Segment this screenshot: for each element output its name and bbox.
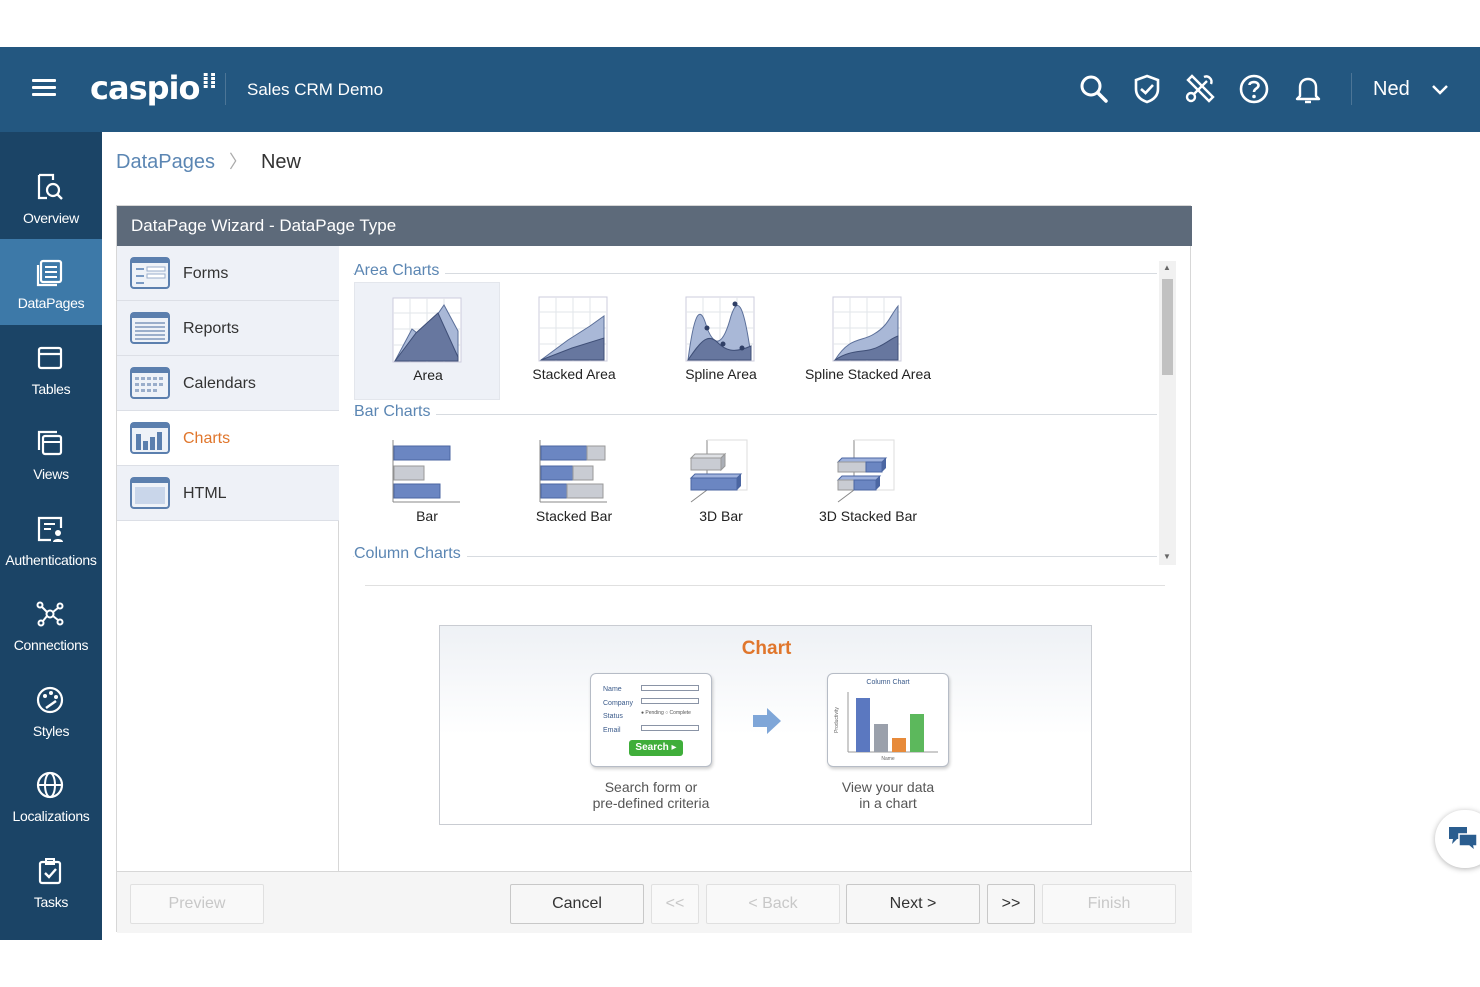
type-item-reports[interactable]: Reports [117, 301, 339, 356]
left-nav: Overview DataPages Tables Views Authenti… [0, 132, 102, 940]
chevron-down-icon[interactable] [1430, 79, 1450, 99]
search-form-illustration: Name Company Status Email ● Pending ○ Co… [590, 673, 712, 767]
scroll-thumb[interactable] [1162, 279, 1173, 375]
mini-bar [874, 724, 888, 752]
3d-bar-chart-icon [689, 439, 748, 503]
last-step-button[interactable]: >> [987, 884, 1035, 924]
first-step-button[interactable]: << [651, 884, 699, 924]
3d-stacked-bar-chart-icon [836, 439, 895, 503]
header-divider [1351, 73, 1352, 105]
finish-button[interactable]: Finish [1042, 884, 1176, 924]
chart-list-scrollbar[interactable]: ▲ ▼ [1159, 261, 1176, 565]
tools-icon[interactable] [1182, 71, 1218, 107]
type-item-forms[interactable]: Forms [117, 246, 339, 301]
datapage-wizard: DataPage Wizard - DataPage Type Forms Re… [116, 205, 1192, 933]
mini-bar [892, 738, 906, 752]
chat-button[interactable] [1435, 810, 1480, 868]
chart-type-list: Area Charts Area Stacked Area Spline Are… [353, 258, 1177, 566]
caspio-logo[interactable]: caspio⁞⁞ [90, 69, 217, 107]
calendars-icon [130, 367, 170, 399]
spline-stacked-area-chart-icon [832, 296, 902, 362]
preview-right-caption: View your data in a chart [841, 779, 935, 811]
divider [365, 585, 1165, 586]
chart-tile-spline-stacked-area[interactable]: Spline Stacked Area [795, 282, 941, 400]
area-chart-icon [392, 297, 462, 363]
breadcrumb-current: New [260, 151, 301, 173]
chart-tile-stacked-bar[interactable]: Stacked Bar [501, 424, 647, 542]
app-name[interactable]: Sales CRM Demo [247, 80, 383, 100]
nav-item-tasks[interactable]: Tasks [0, 838, 102, 924]
chart-tile-stacked-area[interactable]: Stacked Area [501, 282, 647, 400]
chart-tile-spline-area[interactable]: Spline Area [648, 282, 794, 400]
chat-icon [1449, 827, 1478, 853]
chart-preview-illustration: Chart Name Company Status Email ● Pendin… [439, 625, 1092, 825]
nav-item-tables[interactable]: Tables [0, 325, 102, 411]
cancel-button[interactable]: Cancel [510, 884, 644, 924]
type-item-charts[interactable]: Charts [117, 411, 339, 466]
localizations-icon [36, 771, 64, 799]
views-icon [37, 430, 63, 456]
breadcrumb: DataPages 〉 New [116, 148, 301, 174]
top-bar: caspio⁞⁞ Sales CRM Demo Ned [0, 47, 1480, 132]
authentications-icon [37, 516, 63, 542]
menu-icon[interactable] [32, 79, 56, 99]
reports-icon [130, 312, 170, 344]
nav-item-connections[interactable]: Connections [0, 581, 102, 667]
datapage-type-list: Forms Reports Calendars Charts HTML [117, 246, 339, 871]
datapages-icon [36, 259, 63, 287]
overview-icon [37, 173, 63, 200]
nav-item-datapages[interactable]: DataPages [0, 239, 102, 325]
search-button-illustration: Search ▸ [629, 740, 683, 756]
header-divider [225, 73, 226, 105]
user-name[interactable]: Ned [1373, 78, 1410, 101]
arrow-right-icon [753, 708, 781, 734]
type-item-html[interactable]: HTML [117, 466, 339, 521]
section-column-charts: Column Charts [353, 545, 1157, 565]
nav-item-overview[interactable]: Overview [0, 154, 102, 240]
chart-tile-3d-stacked-bar[interactable]: 3D Stacked Bar [795, 424, 941, 542]
nav-item-styles[interactable]: Styles [0, 667, 102, 753]
bell-icon[interactable] [1290, 71, 1326, 107]
chart-tile-bar[interactable]: Bar [354, 424, 500, 542]
preview-button[interactable]: Preview [130, 884, 264, 924]
spline-area-chart-icon [685, 296, 755, 362]
section-bar-charts: Bar Charts [353, 403, 1157, 423]
preview-left-caption: Search form or pre-defined criteria [592, 779, 710, 811]
next-button[interactable]: Next > [846, 884, 980, 924]
type-item-calendars[interactable]: Calendars [117, 356, 339, 411]
mini-column-chart [847, 692, 938, 753]
charts-icon [130, 422, 170, 454]
scroll-down-icon[interactable]: ▼ [1163, 552, 1171, 561]
styles-icon [36, 686, 64, 714]
column-chart-illustration: Column Chart Productivity Name [827, 673, 949, 767]
section-area-charts: Area Charts [353, 262, 1157, 282]
tasks-icon [38, 858, 62, 885]
wizard-title: DataPage Wizard - DataPage Type [117, 206, 1192, 246]
back-button[interactable]: < Back [706, 884, 840, 924]
help-icon[interactable] [1236, 71, 1272, 107]
bar-chart-icon [392, 440, 460, 503]
breadcrumb-datapages-link[interactable]: DataPages [116, 151, 215, 173]
scroll-up-icon[interactable]: ▲ [1163, 263, 1171, 272]
html-icon [130, 477, 170, 509]
preview-title: Chart [741, 638, 792, 659]
breadcrumb-separator-icon: 〉 [228, 152, 247, 172]
forms-icon [130, 257, 170, 289]
stacked-bar-chart-icon [539, 440, 607, 503]
shield-icon[interactable] [1129, 71, 1165, 107]
nav-item-authentications[interactable]: Authentications [0, 496, 102, 582]
mini-bar [910, 714, 924, 752]
connections-icon [36, 601, 64, 627]
mini-bar [856, 698, 870, 752]
tables-icon [37, 346, 63, 370]
nav-item-localizations[interactable]: Localizations [0, 752, 102, 838]
chart-tile-3d-bar[interactable]: 3D Bar [648, 424, 794, 542]
chart-tile-area[interactable]: Area [354, 282, 500, 400]
stacked-area-chart-icon [538, 296, 608, 362]
wizard-button-bar: Preview Cancel << < Back Next > >> Finis… [117, 871, 1192, 933]
nav-item-views[interactable]: Views [0, 410, 102, 496]
search-icon[interactable] [1076, 71, 1112, 107]
